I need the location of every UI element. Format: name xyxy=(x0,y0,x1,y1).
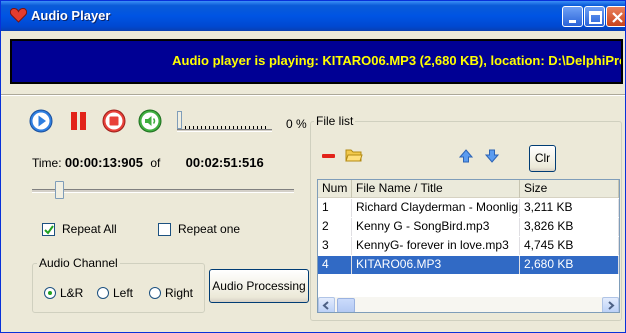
status-display: Audio player is playing: KITARO06.MP3 (2… xyxy=(10,39,623,84)
row-num: 4 xyxy=(318,256,352,274)
window-title: Audio Player xyxy=(31,8,111,23)
file-list-title: File list xyxy=(314,114,356,128)
arrow-up-icon[interactable] xyxy=(459,149,473,163)
elapsed-time: 00:00:13:905 xyxy=(64,155,143,170)
row-num: 1 xyxy=(318,199,352,217)
chevron-left-icon xyxy=(322,301,329,310)
of-label: of xyxy=(150,156,161,170)
heart-icon xyxy=(10,8,27,23)
column-file-name[interactable]: File Name / Title xyxy=(352,180,520,198)
folder-icon[interactable] xyxy=(345,146,363,164)
divider xyxy=(1,94,625,96)
table-row[interactable]: 2 Kenny G - SongBird.mp3 3,826 KB xyxy=(318,218,619,236)
column-num[interactable]: Num xyxy=(318,180,352,198)
clear-button[interactable]: Clr xyxy=(529,145,556,172)
repeat-all-label: Repeat All xyxy=(62,222,117,236)
minimize-button[interactable] xyxy=(562,6,583,27)
minimize-icon xyxy=(569,20,576,23)
scroll-left-button[interactable] xyxy=(318,297,335,312)
table-row[interactable]: 1 Richard Clayderman - Moonligh 3,211 KB xyxy=(318,199,619,217)
scroll-right-button[interactable] xyxy=(602,297,619,312)
scroll-thumb[interactable] xyxy=(337,298,355,312)
radio-right-label: Right xyxy=(165,286,194,300)
arrow-down-icon[interactable] xyxy=(485,149,499,163)
radio-left[interactable] xyxy=(97,287,109,299)
horizontal-scrollbar[interactable] xyxy=(318,297,619,312)
radio-right[interactable] xyxy=(149,287,161,299)
speaker-icon[interactable] xyxy=(138,109,162,133)
maximize-button[interactable] xyxy=(584,6,605,27)
pause-icon[interactable] xyxy=(67,109,91,133)
radio-lr[interactable] xyxy=(44,287,56,299)
row-file-name: KITARO06.MP3 xyxy=(352,256,520,274)
maximize-icon xyxy=(589,11,602,24)
play-icon[interactable] xyxy=(29,109,53,133)
row-size: 3,826 KB xyxy=(520,218,619,236)
file-list-table: Num File Name / Title Size 1 Richard Cla… xyxy=(317,179,620,313)
column-size[interactable]: Size xyxy=(520,180,619,198)
volume-percent: 0 % xyxy=(286,117,307,131)
time-display: Time: 00:00:13:905 of 00:02:51:516 xyxy=(32,155,264,170)
repeat-one-label: Repeat one xyxy=(178,222,241,236)
audio-player-window: Audio Player Audio player is playing: KI… xyxy=(0,0,626,333)
volume-slider[interactable] xyxy=(177,129,272,132)
row-size: 4,745 KB xyxy=(520,237,619,255)
row-file-name: Richard Clayderman - Moonligh xyxy=(352,199,520,217)
radio-lr-label: L&R xyxy=(60,286,84,300)
chevron-right-icon xyxy=(608,301,615,310)
minus-icon[interactable] xyxy=(321,148,337,164)
radio-left-label: Left xyxy=(113,286,134,300)
total-time: 00:02:51:516 xyxy=(185,155,264,170)
row-num: 2 xyxy=(318,218,352,236)
row-num: 3 xyxy=(318,237,352,255)
audio-processing-button[interactable]: Audio Processing xyxy=(209,269,309,303)
checkmark-icon xyxy=(44,225,54,235)
repeat-one-checkbox[interactable] xyxy=(158,223,171,236)
row-size: 3,211 KB xyxy=(520,199,619,217)
table-header: Num File Name / Title Size xyxy=(318,180,619,198)
stop-icon[interactable] xyxy=(102,109,126,133)
seek-slider-thumb[interactable] xyxy=(54,181,64,199)
close-button[interactable] xyxy=(606,6,625,27)
table-row[interactable]: 3 KennyG- forever in love.mp3 4,745 KB xyxy=(318,237,619,255)
row-size: 2,680 KB xyxy=(520,256,619,274)
row-file-name: KennyG- forever in love.mp3 xyxy=(352,237,520,255)
audio-channel-title: Audio Channel xyxy=(37,256,120,270)
repeat-all-checkbox[interactable] xyxy=(42,223,55,236)
row-file-name: Kenny G - SongBird.mp3 xyxy=(352,218,520,236)
volume-slider-thumb[interactable] xyxy=(177,111,182,129)
table-row-selected[interactable]: 4 KITARO06.MP3 2,680 KB xyxy=(318,256,619,274)
seek-slider[interactable] xyxy=(32,189,294,193)
time-label: Time: xyxy=(32,156,62,170)
close-icon xyxy=(612,12,623,23)
title-bar[interactable]: Audio Player xyxy=(1,1,625,31)
status-text: Audio player is playing: KITARO06.MP3 (2… xyxy=(172,53,623,68)
